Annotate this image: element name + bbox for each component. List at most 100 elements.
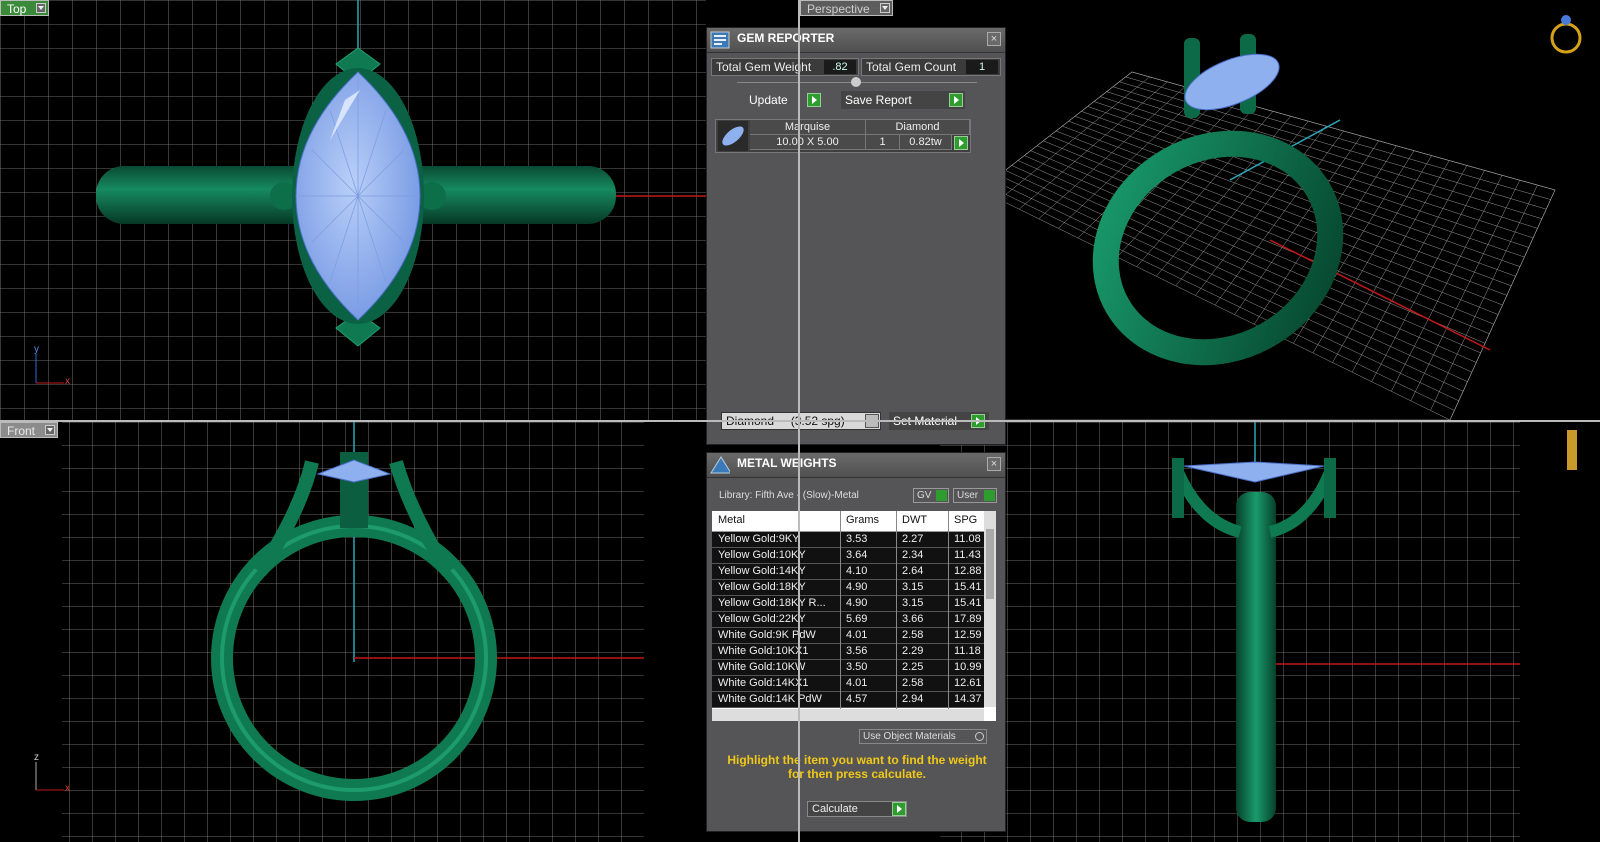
table-header: Metal Grams DWT SPG: [712, 511, 984, 532]
play-arrow-icon: [807, 93, 821, 107]
metal-weights-panel: METAL WEIGHTS × Library: Fifth Ave - (Sl…: [706, 452, 1006, 832]
metal-weights-table[interactable]: Metal Grams DWT SPG Yellow Gold:9KY 3.53 2…: [712, 511, 996, 721]
splitter-knob[interactable]: [851, 77, 861, 87]
front-view-canvas: [35, 422, 644, 842]
gem-type: Diamond: [866, 120, 970, 135]
table-cell: 2.58: [902, 677, 924, 689]
table-cell: White Gold:9K PdW: [718, 629, 816, 641]
table-cell: 2.34: [902, 549, 924, 561]
viewport-divider-h: [0, 420, 1600, 422]
gem-weight: 0.82tw: [900, 135, 952, 150]
marquise-gem-icon: [718, 121, 748, 151]
gem-list[interactable]: Marquise Diamond 10.00 X 5.00 1 0.82tw: [715, 119, 971, 153]
panel-title: METAL WEIGHTS: [737, 456, 837, 470]
ring-icon[interactable]: [1550, 22, 1582, 54]
ring-band-3d: [1092, 130, 1344, 366]
axis-label-x: x: [65, 783, 70, 794]
table-row[interactable]: White Gold:14K PdW 4.57 2.94 14.37: [712, 692, 984, 708]
table-cell: 4.10: [846, 565, 868, 577]
table-cell: Yellow Gold:22KY: [718, 613, 806, 625]
table-row[interactable]: Yellow Gold:22KY 5.69 3.66 17.89: [712, 612, 984, 628]
table-cell: White Gold:14KX1: [718, 677, 809, 689]
viewport-label-perspective[interactable]: Perspective: [800, 0, 893, 16]
gem-size: 10.00 X 5.00: [750, 135, 866, 150]
play-arrow-icon[interactable]: [954, 136, 968, 150]
table-cell: 2.29: [902, 645, 924, 657]
gem-shape: Marquise: [750, 120, 866, 135]
close-icon[interactable]: ×: [987, 32, 1001, 46]
table-row[interactable]: Yellow Gold:10KY 3.64 2.34 11.43: [712, 548, 984, 564]
total-gem-weight-value: .82: [824, 60, 856, 74]
table-cell: Yellow Gold:10KY: [718, 549, 806, 561]
ring-shank-side: [1236, 492, 1276, 822]
table-cell: 3.50: [846, 661, 868, 673]
gv-toggle[interactable]: GV: [913, 488, 949, 503]
axis-label-y: y: [34, 344, 39, 355]
viewport-label-top[interactable]: Top: [0, 0, 50, 16]
chevron-down-icon[interactable]: [36, 3, 47, 13]
table-row[interactable]: White Gold:14KX1 4.01 2.58 12.61: [712, 676, 984, 692]
table-cell: 4.90: [846, 597, 868, 609]
total-gem-weight-row: Total Gem Weight .82: [711, 58, 859, 76]
table-cell: 3.56: [846, 645, 868, 657]
table-cell: White Gold:10KW: [718, 661, 806, 673]
table-cell: 2.58: [902, 629, 924, 641]
ring-sizer-icon[interactable]: [1567, 430, 1577, 470]
table-row[interactable]: White Gold:9K PdW 4.01 2.58 12.59: [712, 628, 984, 644]
metal-weights-titlebar[interactable]: METAL WEIGHTS ×: [707, 453, 1005, 478]
table-cell: 2.25: [902, 661, 924, 673]
table-row[interactable]: White Gold:10KX1 3.56 2.29 11.18: [712, 644, 984, 660]
table-cell: 2.64: [902, 565, 924, 577]
gem-count: 1: [866, 135, 900, 150]
table-cell: 3.66: [902, 613, 924, 625]
table-cell: 2.27: [902, 533, 924, 545]
table-row[interactable]: White Gold:10KW 3.50 2.25 10.99: [712, 660, 984, 676]
toggle-icon: [975, 732, 984, 741]
update-button[interactable]: Update: [749, 91, 823, 109]
chevron-down-icon[interactable]: [879, 3, 890, 13]
viewport-front[interactable]: z x Front: [0, 422, 706, 842]
user-toggle[interactable]: User: [953, 488, 997, 503]
total-gem-count-value: 1: [966, 60, 998, 74]
top-view-canvas: [0, 0, 706, 420]
table-cell: 3.64: [846, 549, 868, 561]
table-cell: Yellow Gold:14KY: [718, 565, 806, 577]
table-cell: 3.15: [902, 581, 924, 593]
table-cell: 4.90: [846, 581, 868, 593]
table-cell: White Gold:14K PdW: [718, 693, 822, 705]
gem-reporter-icon: [710, 31, 730, 49]
viewport-label-front[interactable]: Front: [0, 422, 59, 438]
table-row[interactable]: Yellow Gold:9KY 3.53 2.27 11.08: [712, 532, 984, 548]
gem-reporter-panel: GEM REPORTER × Total Gem Weight .82 Tota…: [706, 27, 1006, 445]
use-object-materials-toggle[interactable]: Use Object Materials: [859, 729, 987, 744]
gem-reporter-titlebar[interactable]: GEM REPORTER ×: [707, 28, 1005, 53]
table-row[interactable]: Yellow Gold:18KY R... 4.90 3.15 15.41: [712, 596, 984, 612]
scale-icon: [710, 456, 730, 474]
perspective-grid-plane: [979, 71, 1556, 420]
table-cell: 2.94: [902, 693, 924, 705]
info-icon: [936, 490, 947, 501]
play-arrow-icon: [892, 802, 906, 816]
viewport-top[interactable]: y x Top: [0, 0, 706, 420]
axis-label-x: x: [65, 376, 70, 387]
vertical-scrollbar[interactable]: [984, 511, 996, 707]
table-cell: 4.57: [846, 693, 868, 705]
close-icon[interactable]: ×: [987, 457, 1001, 471]
table-cell: Yellow Gold:18KY R...: [718, 597, 826, 609]
table-cell: 4.01: [846, 677, 868, 689]
table-cell: 3.15: [902, 597, 924, 609]
table-cell: 5.69: [846, 613, 868, 625]
table-row[interactable]: Yellow Gold:14KY 4.10 2.64 12.88: [712, 564, 984, 580]
chevron-down-icon[interactable]: [45, 425, 56, 435]
gem-list-area: [715, 156, 997, 404]
play-arrow-icon: [949, 93, 963, 107]
table-cell: 4.01: [846, 629, 868, 641]
horizontal-scrollbar[interactable]: [712, 709, 984, 721]
hint-text: Highlight the item you want to find the …: [727, 753, 987, 781]
calculate-button[interactable]: Calculate: [807, 801, 907, 817]
save-report-button[interactable]: Save Report: [841, 91, 965, 109]
table-row[interactable]: Yellow Gold:18KY 4.90 3.15 15.41: [712, 580, 984, 596]
axis-indicator-front: [35, 762, 64, 791]
panel-title: GEM REPORTER: [737, 31, 835, 45]
table-cell: 3.53: [846, 533, 868, 545]
